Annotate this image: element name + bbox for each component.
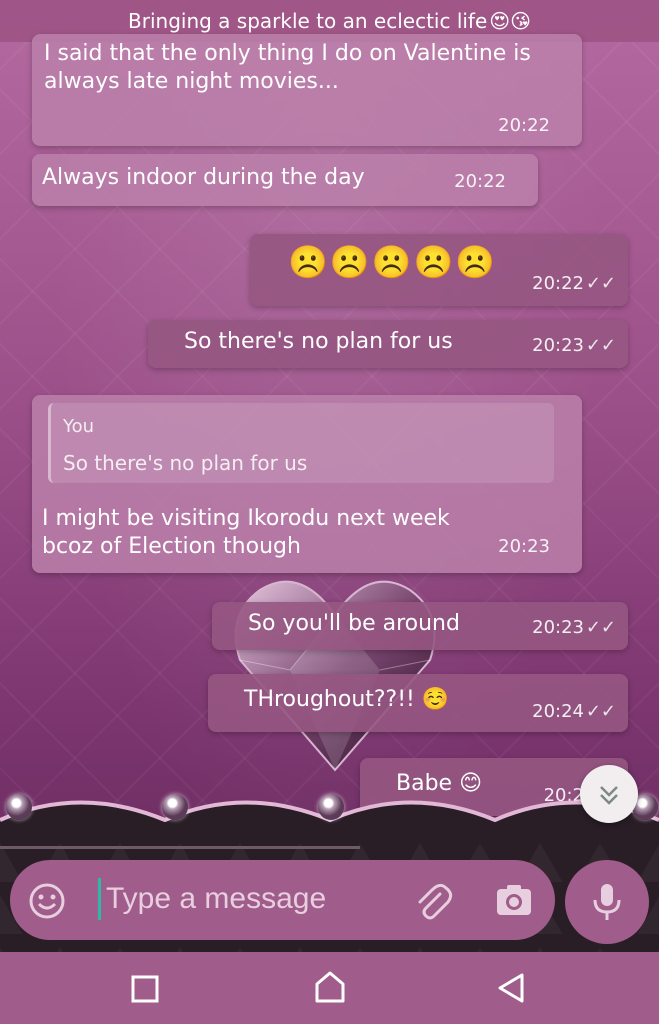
- scroll-to-bottom-button[interactable]: [580, 765, 638, 823]
- double-chevron-down-icon: [600, 786, 618, 805]
- quoted-author: You: [63, 416, 95, 437]
- message-text: ☹️☹️☹️☹️☹️: [288, 243, 498, 281]
- message-outgoing[interactable]: So you'll be around 20:23 ✓✓: [212, 602, 628, 650]
- message-time: 20:22: [498, 115, 550, 136]
- gem-decoration: [162, 794, 188, 820]
- message-text: So there's no plan for us: [184, 329, 453, 354]
- message-time: 20:22: [454, 171, 506, 192]
- chat-title: Bringing a sparkle to an eclectic life: [128, 9, 488, 33]
- message-input[interactable]: Type a message: [106, 882, 326, 916]
- message-incoming-reply[interactable]: You So there's no plan for us I might be…: [32, 395, 582, 573]
- message-incoming[interactable]: Always indoor during the day 20:22: [32, 154, 538, 206]
- message-outgoing[interactable]: THroughout??!! ☺️ 20:24 ✓✓: [208, 674, 628, 732]
- message-text: So you'll be around: [248, 611, 460, 636]
- message-text: Always indoor during the day: [42, 165, 365, 190]
- camera-icon[interactable]: [493, 880, 535, 922]
- message-time: 20:22: [532, 273, 584, 294]
- message-outgoing[interactable]: ☹️☹️☹️☹️☹️ 20:22 ✓✓: [250, 234, 628, 306]
- quoted-text: So there's no plan for us: [63, 451, 308, 475]
- back-icon[interactable]: [496, 972, 526, 1004]
- gem-decoration: [6, 794, 32, 820]
- read-ticks-icon: ✓✓: [585, 617, 616, 638]
- message-incoming[interactable]: I said that the only thing I do on Valen…: [32, 34, 582, 146]
- voice-record-button[interactable]: [565, 860, 649, 944]
- system-navbar: [0, 952, 659, 1024]
- recents-icon[interactable]: [130, 974, 160, 1004]
- message-time: 20:23: [498, 536, 550, 557]
- message-list[interactable]: I said that the only thing I do on Valen…: [0, 34, 659, 822]
- message-text: THroughout??!! ☺️: [244, 687, 450, 712]
- quoted-message[interactable]: You So there's no plan for us: [48, 403, 554, 483]
- smiley-icon[interactable]: [28, 882, 66, 920]
- divider: [0, 846, 360, 849]
- text-cursor: [98, 878, 101, 920]
- message-time: 20:24: [532, 701, 584, 722]
- message-text: I might be visiting Ikorodu next week bc…: [42, 506, 450, 559]
- message-time: 20:23: [532, 335, 584, 356]
- chat-screen: Bringing a sparkle to an eclectic life 😍…: [0, 0, 659, 1024]
- header-emojis: 😍😘: [489, 9, 531, 33]
- gem-decoration: [318, 794, 344, 820]
- mic-icon: [593, 884, 621, 920]
- message-text: I said that the only thing I do on Valen…: [44, 41, 531, 94]
- read-ticks-icon: ✓✓: [585, 701, 616, 722]
- message-time: 20:23: [532, 617, 584, 638]
- message-composer[interactable]: Type a message: [10, 860, 555, 940]
- read-ticks-icon: ✓✓: [585, 335, 616, 356]
- read-ticks-icon: ✓✓: [585, 273, 616, 294]
- attach-icon[interactable]: [410, 880, 454, 924]
- message-outgoing[interactable]: So there's no plan for us 20:23 ✓✓: [148, 320, 628, 368]
- home-icon[interactable]: [314, 970, 346, 1004]
